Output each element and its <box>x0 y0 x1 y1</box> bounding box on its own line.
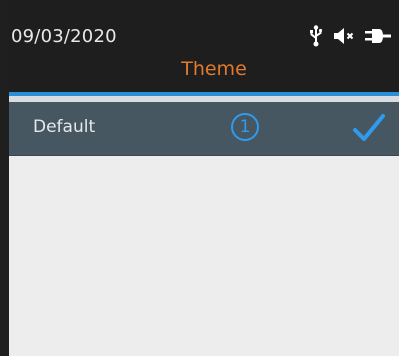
usb-icon <box>309 25 323 47</box>
theme-item-default[interactable]: Default 1 <box>9 102 399 156</box>
header-bar: 09/03/2020 Theme <box>9 0 399 92</box>
status-icons <box>309 24 391 48</box>
speaker-muted-icon <box>333 27 355 45</box>
theme-item-number-badge: 1 <box>231 113 259 141</box>
theme-item-label: Default <box>33 117 96 137</box>
page-title: Theme <box>181 58 247 80</box>
status-date: 09/03/2020 <box>11 26 117 47</box>
device-screen: 09/03/2020 Theme Default 1 <box>0 0 399 356</box>
checkmark-icon <box>353 113 385 147</box>
power-plug-icon <box>365 27 391 45</box>
